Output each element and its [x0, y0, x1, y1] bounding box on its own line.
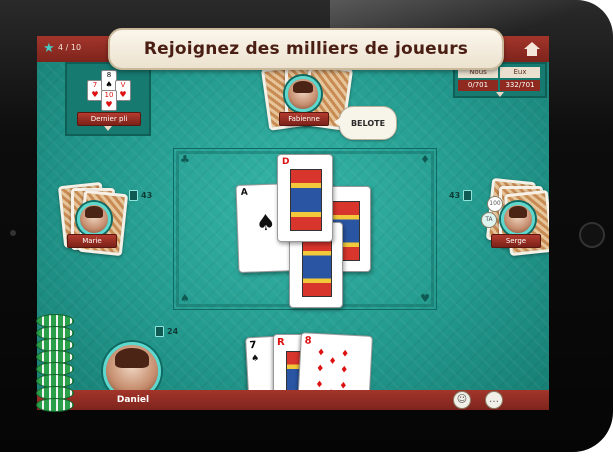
- card-count-right: 43: [449, 190, 475, 201]
- last-trick-card: V ♥: [115, 80, 131, 101]
- card-suit: ♥: [119, 90, 127, 99]
- last-trick-panel[interactable]: 7 ♥ 8 ♠ V ♥ 10 ♥ Dernier pli: [65, 62, 151, 136]
- spade-icon: ♠: [255, 210, 277, 237]
- card-rank: 8: [304, 335, 312, 347]
- chevron-down-icon: [104, 126, 112, 131]
- card-count-left: 43: [129, 190, 152, 201]
- speech-bubble: BELOTE: [334, 106, 397, 140]
- camera-dot: [10, 230, 16, 236]
- card-suit: ♥: [105, 100, 113, 109]
- card-count-value: 43: [449, 191, 461, 200]
- played-card-top: D: [277, 154, 333, 242]
- cards-icon: [155, 326, 164, 337]
- avatar-top-player[interactable]: [285, 76, 321, 112]
- card-count-value: 24: [167, 327, 179, 336]
- card-rank: R: [277, 337, 285, 348]
- score-value-us: 0/701: [458, 80, 498, 91]
- avatar-right-player[interactable]: [501, 202, 535, 236]
- cards-icon: [463, 190, 473, 201]
- diamond-icon: ♦: [420, 153, 430, 166]
- spade-icon: ♠: [180, 292, 190, 305]
- card-suit: ♥: [91, 90, 99, 99]
- card-rank: 7: [249, 339, 257, 352]
- promo-banner: Rejoignez des milliers de joueurs: [108, 28, 504, 70]
- chip: [36, 398, 74, 412]
- score-value-them: 332/701: [500, 80, 540, 91]
- card-rank: 10: [104, 91, 114, 99]
- smiley-icon[interactable]: ☺: [453, 391, 471, 409]
- card-rank: V: [120, 81, 126, 89]
- card-rank: D: [282, 157, 290, 167]
- home-icon[interactable]: [523, 41, 541, 57]
- level-indicator: ★ 4 / 10: [43, 41, 83, 57]
- announce-badge-100: 100: [487, 196, 503, 212]
- card-rank: A: [240, 187, 248, 198]
- chip-stack: [36, 314, 76, 424]
- heart-icon: ♥: [420, 292, 430, 305]
- home-button[interactable]: [579, 222, 605, 248]
- tablet-device: ★ 4 / 10 7 ♥ 8 ♠ V ♥ 10 ♥ Dernier pli No…: [0, 0, 613, 472]
- queen-face: [290, 169, 322, 231]
- last-trick-label: Dernier pli: [77, 112, 141, 126]
- avatar-left-player[interactable]: [77, 202, 111, 236]
- card-suit: ♠: [105, 80, 113, 89]
- player-name-left: Marie: [67, 234, 117, 248]
- last-trick-card: 10 ♥: [101, 90, 117, 111]
- player-name-top: Fabienne: [279, 112, 329, 126]
- spade-icon: ♠: [250, 353, 260, 365]
- announce-badge-ta: TA: [481, 212, 497, 228]
- cards-icon: [129, 190, 138, 201]
- card-rank: 7: [92, 81, 98, 89]
- level-text: 4 / 10: [58, 43, 82, 52]
- banner-title: Rejoignez des milliers de joueurs: [143, 39, 469, 59]
- chat-icon[interactable]: …: [485, 391, 503, 409]
- club-icon: ♣: [180, 153, 190, 166]
- chevron-down-icon: [496, 92, 504, 97]
- player-name-right: Serge: [491, 234, 541, 248]
- card-count-value: 43: [141, 191, 153, 200]
- star-icon: ★: [43, 41, 55, 56]
- jack-face: [302, 237, 332, 297]
- score-header-them: Eux: [500, 67, 540, 78]
- bottom-bar: Daniel ☺ …: [37, 390, 549, 410]
- player-name-self: Daniel: [116, 395, 150, 405]
- card-count-self: 24: [155, 326, 178, 337]
- card-rank: 8: [106, 71, 112, 79]
- game-screen: ★ 4 / 10 7 ♥ 8 ♠ V ♥ 10 ♥ Dernier pli No…: [37, 36, 549, 410]
